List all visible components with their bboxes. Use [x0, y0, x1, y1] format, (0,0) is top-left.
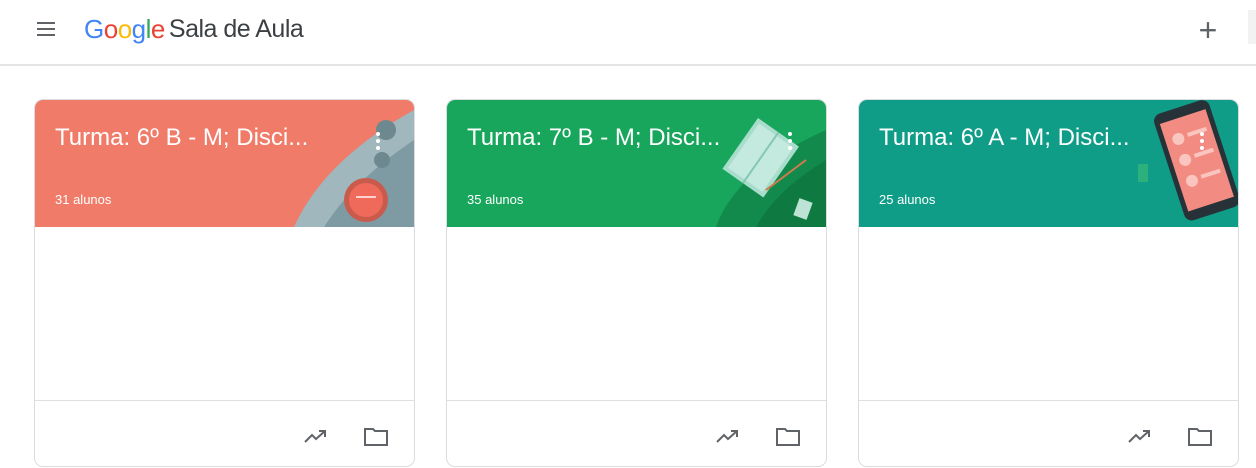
account-area-edge [1248, 10, 1256, 44]
trending-up-icon[interactable] [711, 419, 745, 453]
more-options-icon[interactable] [1191, 126, 1213, 156]
class-title[interactable]: Turma: 6º B - M; Disci... [55, 124, 355, 152]
class-card: Turma: 6º B - M; Disci... 31 alunos [34, 99, 415, 467]
class-card: Turma: 7º B - M; Disci... 35 alunos [446, 99, 827, 467]
class-card-body [859, 227, 1238, 400]
logo-letter: g [131, 13, 146, 44]
science-lab-illustration [294, 110, 414, 227]
folder-icon[interactable] [359, 419, 393, 453]
brand[interactable]: Google Sala de Aula [84, 12, 304, 46]
app-name: Sala de Aula [168, 14, 304, 43]
student-count: 35 alunos [467, 192, 524, 207]
logo-letter: o [103, 13, 118, 44]
class-card-footer [859, 400, 1238, 466]
student-count: 31 alunos [55, 192, 112, 207]
class-title[interactable]: Turma: 7º B - M; Disci... [467, 124, 767, 152]
plus-icon: + [1198, 11, 1218, 48]
smartphone-illustration [1138, 100, 1238, 221]
class-card-header[interactable]: Turma: 6º B - M; Disci... 31 alunos [35, 100, 414, 227]
more-options-icon[interactable] [779, 126, 801, 156]
google-logo: Google [84, 14, 165, 45]
class-card-header[interactable]: Turma: 7º B - M; Disci... 35 alunos [447, 100, 826, 227]
class-card-footer [447, 400, 826, 466]
hamburger-menu-icon[interactable] [26, 14, 66, 44]
add-class-button[interactable]: + [1188, 10, 1228, 50]
student-count: 25 alunos [879, 192, 936, 207]
logo-letter: e [150, 13, 165, 44]
folder-icon[interactable] [1183, 419, 1217, 453]
more-options-icon[interactable] [367, 126, 389, 156]
class-card-body [35, 227, 414, 400]
class-card: Turma: 6º A - M; Disci... 25 alunos [858, 99, 1239, 467]
top-app-bar: Google Sala de Aula + [0, 0, 1256, 66]
trending-up-icon[interactable] [1123, 419, 1157, 453]
trending-up-icon[interactable] [299, 419, 333, 453]
folder-icon[interactable] [771, 419, 805, 453]
class-card-footer [35, 400, 414, 466]
class-card-header[interactable]: Turma: 6º A - M; Disci... 25 alunos [859, 100, 1238, 227]
class-card-body [447, 227, 826, 400]
logo-letter: G [84, 13, 104, 44]
logo-letter: o [117, 13, 132, 44]
open-book-illustration [716, 117, 826, 227]
class-title[interactable]: Turma: 6º A - M; Disci... [879, 124, 1179, 152]
